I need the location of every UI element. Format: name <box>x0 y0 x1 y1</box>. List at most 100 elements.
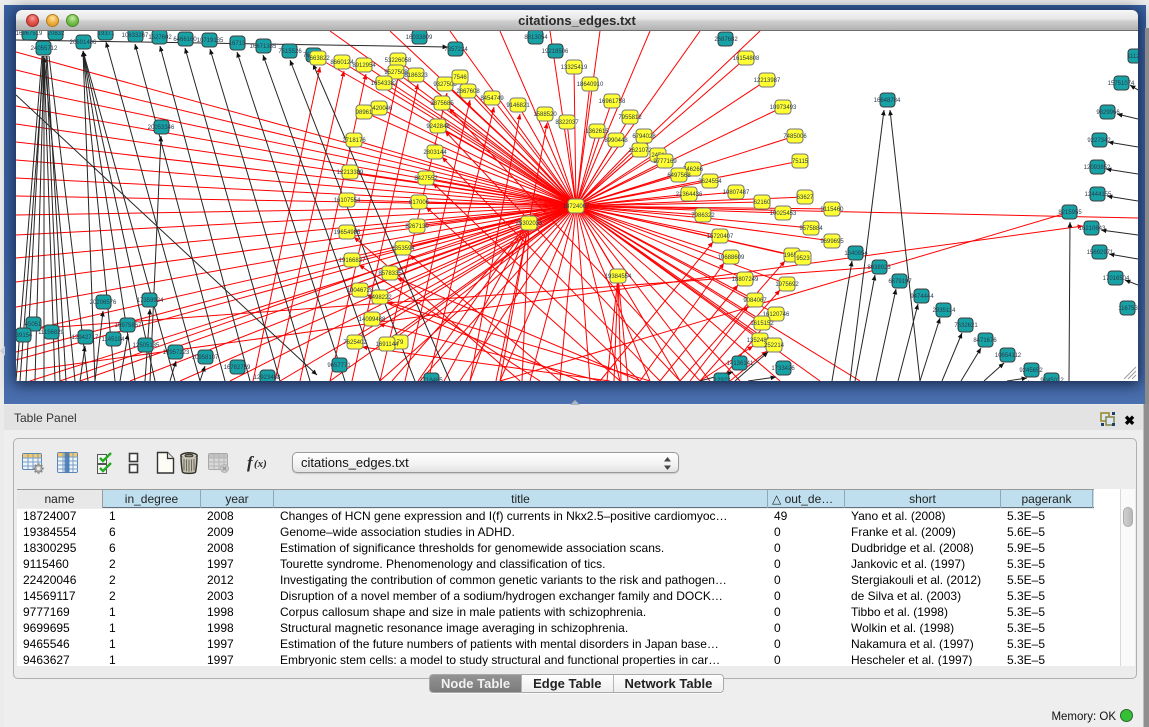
svg-text:1362615: 1362615 <box>585 129 609 135</box>
svg-text:10719185: 10719185 <box>197 38 224 44</box>
svg-text:25302033: 25302033 <box>516 221 543 227</box>
svg-text:14099488: 14099488 <box>359 317 386 323</box>
svg-text:6794028: 6794028 <box>632 134 656 140</box>
svg-text:8578335: 8578335 <box>378 271 402 277</box>
svg-text:7485006: 7485006 <box>783 134 807 140</box>
svg-text:16961758: 16961758 <box>599 99 626 105</box>
svg-text:1691144: 1691144 <box>376 342 400 348</box>
svg-text:2687682: 2687682 <box>714 37 738 43</box>
svg-text:2718176: 2718176 <box>342 138 366 144</box>
svg-text:20832: 20832 <box>48 31 65 37</box>
svg-text:252214: 252214 <box>764 343 785 349</box>
svg-text:9474444: 9474444 <box>910 294 934 300</box>
svg-text:7625402: 7625402 <box>343 340 367 346</box>
svg-text:8813054: 8813054 <box>524 35 548 41</box>
svg-text:7546: 7546 <box>453 75 467 81</box>
svg-text:10958107: 10958107 <box>192 355 219 361</box>
svg-text:6679197: 6679197 <box>888 279 912 285</box>
svg-text:18807249: 18807249 <box>732 277 759 283</box>
svg-text:17016504: 17016504 <box>1103 276 1130 282</box>
svg-text:12213987: 12213987 <box>754 78 781 84</box>
svg-text:16033809: 16033809 <box>406 35 433 41</box>
svg-text:19384554: 19384554 <box>605 274 632 280</box>
svg-text:8186323: 8186323 <box>404 73 428 79</box>
svg-text:9245012: 9245012 <box>1040 378 1064 381</box>
svg-text:18724007: 18724007 <box>563 204 590 210</box>
svg-text:1527602: 1527602 <box>148 35 172 41</box>
svg-text:8938923: 8938923 <box>867 265 891 271</box>
svg-text:3624554: 3624554 <box>698 179 722 185</box>
svg-text:9146821: 9146821 <box>506 103 530 109</box>
svg-text:3875685: 3875685 <box>430 101 454 107</box>
svg-text:10807487: 10807487 <box>723 190 750 196</box>
svg-text:6466160: 6466160 <box>173 37 197 43</box>
svg-text:17359924: 17359924 <box>137 298 164 304</box>
svg-text:19218506: 19218506 <box>542 49 569 55</box>
svg-text:3716485: 3716485 <box>419 378 443 381</box>
svg-text:9699695: 9699695 <box>820 239 844 245</box>
svg-text:16107554: 16107554 <box>334 198 361 204</box>
svg-text:20691406: 20691406 <box>70 40 97 46</box>
svg-text:7515526: 7515526 <box>278 49 302 55</box>
svg-text:12213389: 12213389 <box>337 170 364 176</box>
svg-text:15720407: 15720407 <box>707 234 734 240</box>
svg-text:1733426: 1733426 <box>771 366 795 372</box>
svg-text:53226058: 53226058 <box>385 58 412 64</box>
svg-text:9777169: 9777169 <box>653 159 677 165</box>
svg-text:8471676: 8471676 <box>973 338 997 344</box>
svg-text:12505135: 12505135 <box>133 343 160 349</box>
svg-text:11123: 11123 <box>1127 54 1138 60</box>
svg-text:21364436: 21364436 <box>676 192 703 198</box>
svg-text:9115460: 9115460 <box>821 207 845 213</box>
svg-text:16154808: 16154808 <box>733 56 760 62</box>
svg-text:16713: 16713 <box>229 41 246 47</box>
svg-text:1588520: 1588520 <box>533 112 557 118</box>
svg-text:5498222: 5498222 <box>368 295 392 301</box>
svg-text:10973493: 10973493 <box>770 105 797 111</box>
svg-text:9227342: 9227342 <box>1087 138 1111 144</box>
svg-text:1353594: 1353594 <box>391 246 415 252</box>
svg-text:10654112: 10654112 <box>995 353 1022 359</box>
svg-text:12444155: 12444155 <box>1085 192 1112 198</box>
svg-text:116753: 116753 <box>1118 306 1138 312</box>
svg-text:10046728: 10046728 <box>347 288 374 294</box>
svg-text:98961: 98961 <box>356 110 373 116</box>
svg-text:20206576: 20206576 <box>90 300 117 306</box>
svg-text:2935114: 2935114 <box>933 308 957 314</box>
svg-text:11156829: 11156829 <box>38 330 64 336</box>
svg-text:39154: 39154 <box>16 333 33 339</box>
svg-text:14136141: 14136141 <box>727 361 754 367</box>
svg-text:10688609: 10688609 <box>718 255 745 261</box>
svg-text:17957223: 17957223 <box>163 350 190 356</box>
svg-text:9329966: 9329966 <box>1096 110 1120 116</box>
svg-text:9575884: 9575884 <box>799 226 823 232</box>
svg-text:7986322: 7986322 <box>691 213 715 219</box>
svg-text:10975867: 10975867 <box>115 323 142 329</box>
svg-text:13325419: 13325419 <box>561 65 588 71</box>
svg-text:8215955: 8215955 <box>1058 210 1082 216</box>
svg-text:62160: 62160 <box>754 200 771 206</box>
svg-text:12923: 12923 <box>714 378 731 381</box>
svg-text:2867608: 2867608 <box>456 89 480 95</box>
svg-text:8990448: 8990448 <box>604 138 628 144</box>
svg-text:1615152: 1615152 <box>750 321 774 327</box>
svg-text:19166827: 19166827 <box>339 258 366 264</box>
svg-text:19654985: 19654985 <box>334 230 361 236</box>
svg-text:7663822: 7663822 <box>306 56 330 62</box>
svg-text:8454749: 8454749 <box>480 96 504 102</box>
svg-text:1975692: 1975692 <box>775 282 799 288</box>
svg-text:(x): (x) <box>254 458 267 470</box>
svg-text:6497568: 6497568 <box>667 173 691 179</box>
svg-text:16648784: 16648784 <box>874 98 901 104</box>
svg-text:75115: 75115 <box>792 159 809 165</box>
svg-text:18640910: 18640910 <box>577 82 604 88</box>
svg-text:15692971: 15692971 <box>1087 250 1114 256</box>
svg-text:7357224: 7357224 <box>444 47 468 53</box>
svg-text:8267130: 8267130 <box>405 224 429 230</box>
svg-text:12942717: 12942717 <box>72 335 99 341</box>
svg-text:9523: 9523 <box>796 256 810 262</box>
svg-text:16782759: 16782759 <box>224 365 251 371</box>
svg-text:10633267: 10633267 <box>122 33 149 39</box>
svg-text:12923488: 12923488 <box>254 375 281 381</box>
svg-text:1621072: 1621072 <box>628 148 652 154</box>
